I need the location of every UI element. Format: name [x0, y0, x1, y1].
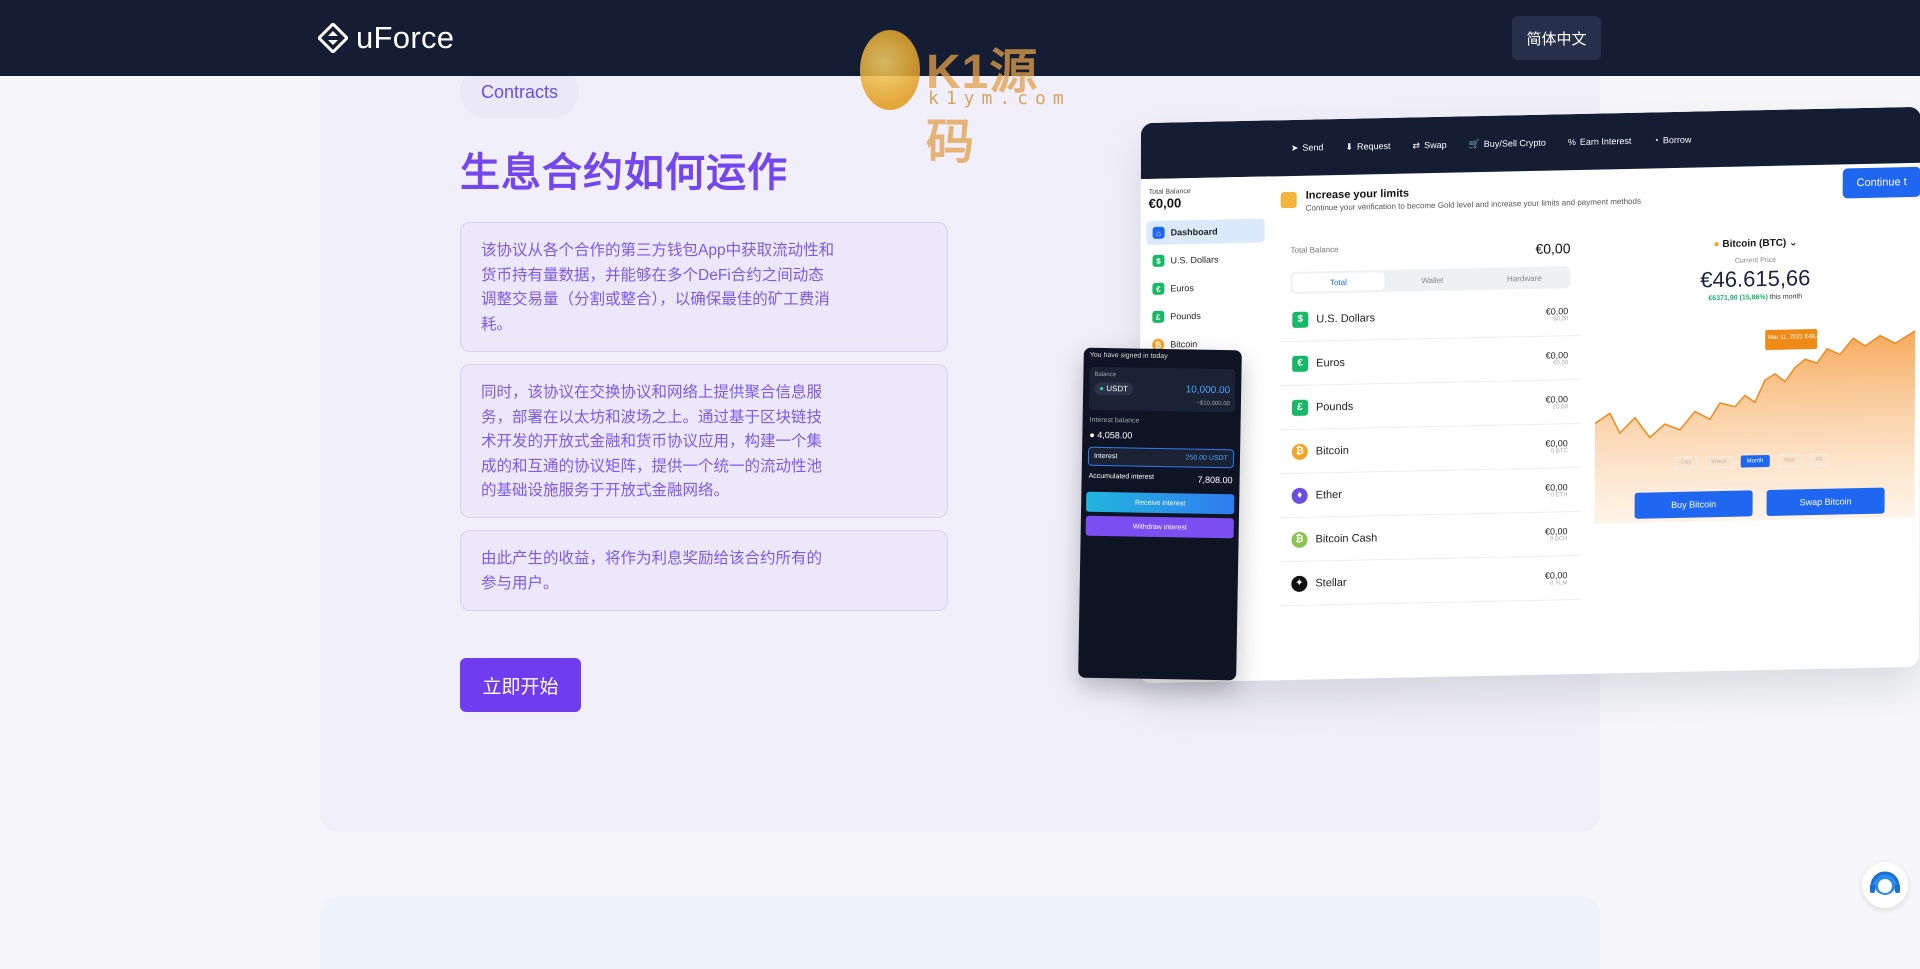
swap-action: ⇄ Swap: [1412, 139, 1447, 151]
customer-support-button[interactable]: [1862, 862, 1908, 908]
balance-row: $ U.S. Dollars €0,00 $0,00: [1280, 291, 1581, 343]
balance-row: ₿ Bitcoin Cash €0,00 0 BCH: [1279, 511, 1580, 563]
info-paragraph-1: 该协议从各个合作的第三方钱包App中获取流动性和货币持有量数据，并能够在多个De…: [460, 222, 948, 352]
sidebar-item-euros: € Euros: [1146, 275, 1264, 301]
balance-row: £ Pounds €0,00 £0,00: [1279, 379, 1581, 431]
currency-icon: ♦: [1291, 487, 1308, 504]
home-icon: ⌂: [1152, 226, 1165, 239]
limits-icon: [1280, 191, 1297, 209]
headset-icon: [1870, 871, 1900, 895]
balance-row: ✦ Stellar €0,00 0 XLM: [1279, 555, 1580, 607]
sidebar-total-balance: Total Balance €0,00: [1148, 188, 1191, 211]
request-action: ⬇ Request: [1345, 140, 1391, 152]
phone-balance-box: Balance ● USDT 10,000.00 ~$10,000.00: [1088, 366, 1236, 413]
next-section-card: [320, 896, 1600, 969]
svg-text:Mar 11, 2021 €48,445.47: Mar 11, 2021 €48,445.47: [1768, 334, 1835, 341]
start-now-button[interactable]: 立即开始: [460, 658, 581, 712]
balance-row: ♦ Ether €0,00 0 ETH: [1279, 467, 1580, 519]
dollar-icon: $: [1152, 254, 1165, 267]
currency-icon: ₿: [1291, 443, 1308, 460]
receive-interest-button: Receive interest: [1086, 491, 1235, 515]
tab-hardware: Hardware: [1507, 273, 1542, 283]
balance-panel: Total Balance €0,00 Total Wallet Hardware…: [1279, 234, 1581, 660]
earn-interest-action: % Earn Interest: [1567, 135, 1632, 148]
sidebar-item-dashboard: ⌂ Dashboard: [1146, 218, 1265, 246]
bitcoin-price: €46.615,66: [1700, 265, 1811, 293]
borrow-action: ◔ Borrow: [1653, 134, 1692, 146]
balance-tabs: Total Wallet Hardware: [1290, 266, 1571, 295]
currency-icon: €: [1292, 355, 1309, 372]
balance-row: ₿ Bitcoin €0,00 0 BTC: [1279, 423, 1580, 475]
increase-limits-banner: Increase your limits Continue your verif…: [1305, 187, 1641, 213]
bitcoin-panel: ● Bitcoin (BTC) ⌄ Current Price €46.615,…: [1594, 227, 1916, 534]
withdraw-interest-button: Withdraw interest: [1085, 515, 1234, 539]
currency-icon: $: [1292, 311, 1309, 328]
sidebar-item-usd: $ U.S. Dollars: [1146, 247, 1264, 273]
info-paragraph-2: 同时，该协议在交换协议和网络上提供聚合信息服务，部署在以太坊和波场之上。通过基于…: [460, 364, 948, 518]
sidebar-item-pounds: £ Pounds: [1146, 303, 1264, 329]
dashboard-mockup-image: ➤ Send ⬇ Request ⇄ Swap 🛒 Buy/Sell Crypt…: [1139, 106, 1920, 684]
swap-bitcoin-button: Swap Bitcoin: [1766, 487, 1885, 517]
brand-logo[interactable]: uForce: [318, 20, 454, 56]
pound-icon: £: [1152, 310, 1165, 323]
tab-total: Total: [1292, 272, 1385, 292]
currency-icon: ₿: [1291, 531, 1308, 548]
send-action: ➤ Send: [1290, 142, 1324, 153]
top-navbar: uForce 简体中文: [0, 0, 1920, 76]
currency-icon: £: [1291, 399, 1309, 416]
logo-mark-icon: [318, 23, 348, 53]
info-paragraph-3: 由此产生的收益，将作为利息奖励给该合约所有的参与用户。: [460, 530, 948, 611]
brand-name: uForce: [356, 20, 455, 55]
phone-mockup-image: You have signed in today Balance ● USDT 1…: [1078, 347, 1242, 681]
balance-row: € Euros €0,00 €0,00: [1280, 335, 1581, 387]
language-button[interactable]: 简体中文: [1512, 16, 1601, 60]
euro-icon: €: [1152, 282, 1165, 295]
buy-sell-action: 🛒 Buy/Sell Crypto: [1468, 137, 1546, 149]
tab-wallet: Wallet: [1421, 275, 1444, 285]
bitcoin-icon: ●: [1713, 239, 1720, 251]
section-heading: 生息合约如何运作: [460, 151, 788, 195]
buy-bitcoin-button: Buy Bitcoin: [1634, 490, 1753, 519]
currency-icon: ✦: [1291, 575, 1308, 592]
